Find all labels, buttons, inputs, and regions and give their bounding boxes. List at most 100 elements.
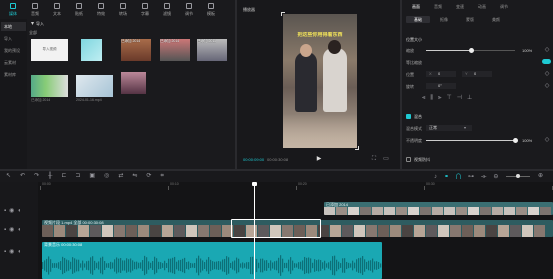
select-icon[interactable]: ↖ [6, 173, 11, 180]
sidebar-item[interactable]: 云素材 [1, 58, 26, 67]
undo-icon[interactable]: ↶ [20, 173, 25, 180]
import-button[interactable]: ▾ 导入 [31, 20, 71, 27]
align-right-icon[interactable]: ⫸ [438, 95, 441, 101]
tab-2[interactable]: 变速 [456, 4, 464, 9]
toolbar-template[interactable]: 模板 [201, 2, 221, 18]
audio-clip[interactable]: 背景音乐 00:00:30:08 [42, 242, 382, 279]
scale-value[interactable]: 100% [522, 48, 532, 53]
selected-clip-outline[interactable] [231, 219, 321, 238]
toolbar-audio[interactable]: 音频 [25, 2, 45, 18]
toolbar-transition[interactable]: 转场 [113, 2, 133, 18]
y-input[interactable]: Y 0 [462, 71, 492, 77]
video-preview[interactable]: 把这些你用得着东西 [283, 14, 357, 148]
media-thumb[interactable]: 导入视频 [31, 39, 68, 61]
split-left-icon[interactable]: ⊏ [61, 173, 66, 180]
rotate-icon[interactable]: ⟳ [146, 173, 151, 180]
scale-slider[interactable] [426, 48, 515, 53]
uniform-toggle[interactable] [542, 59, 551, 64]
blend-checkbox[interactable] [406, 114, 411, 119]
mirror-icon[interactable]: ⇋ [132, 173, 137, 180]
clip-frame [474, 225, 485, 237]
tab-3[interactable]: 动画 [478, 4, 486, 9]
wave-bar [144, 255, 146, 276]
subtab-3[interactable]: 美颜 [484, 16, 508, 23]
align-top-icon[interactable]: ⊤ [447, 95, 452, 101]
volume-icon[interactable]: ◖ [17, 249, 21, 255]
zoom-knob[interactable] [516, 174, 520, 178]
tab-0[interactable]: 画面 [412, 4, 420, 9]
align-bottom-icon[interactable]: ⊥ [467, 95, 472, 101]
lock-icon[interactable]: ▪ [4, 227, 6, 233]
opacity-value[interactable]: 100% [522, 138, 532, 143]
zoom-out-icon[interactable]: ⊖ [493, 174, 498, 180]
mic-icon[interactable]: ♪ [434, 174, 437, 180]
crop-handle[interactable] [355, 146, 359, 150]
split-icon[interactable]: ╫ [48, 173, 52, 180]
media-thumb[interactable] [121, 72, 146, 94]
reverse-icon[interactable]: ⇄ [118, 173, 123, 180]
scale-knob[interactable] [468, 48, 474, 53]
volume-icon[interactable]: ◖ [17, 227, 21, 233]
opacity-knob[interactable] [513, 138, 518, 143]
toolbar-subtitle[interactable]: 字幕 [135, 2, 155, 18]
sidebar-item[interactable]: 导入 [1, 34, 26, 43]
crop-handle[interactable] [281, 12, 285, 16]
x-input[interactable]: X 0 [426, 71, 456, 77]
tab-1[interactable]: 音频 [434, 4, 442, 9]
keyframe-icon[interactable]: ◇ [544, 47, 550, 53]
fullscreen-icon[interactable]: ⛶ [371, 156, 377, 162]
subtab-0[interactable]: 基础 [406, 16, 430, 23]
align-middle-icon[interactable]: ⊣ [457, 95, 462, 101]
preview-axis-icon[interactable]: ⟛ [481, 174, 486, 180]
eye-icon[interactable]: ◉ [9, 208, 14, 214]
crop-icon[interactable]: ⌗ [160, 173, 163, 180]
play-icon[interactable]: ▶ [316, 156, 322, 162]
toolbar-effects[interactable]: 特效 [91, 2, 111, 18]
wave-bar [148, 261, 150, 270]
split-right-icon[interactable]: ⊐ [75, 173, 80, 180]
keyframe-icon[interactable]: ◇ [544, 71, 550, 77]
volume-icon[interactable]: ◖ [17, 208, 21, 214]
magnet-icon[interactable]: ⋂ [456, 174, 461, 180]
align-left-icon[interactable]: ⫷ [422, 95, 425, 101]
media-thumb[interactable] [81, 39, 102, 61]
opacity-slider[interactable] [426, 138, 518, 143]
wave-bar [74, 258, 76, 273]
delete-icon[interactable]: ▣ [89, 173, 95, 180]
wave-bar [160, 262, 162, 269]
blend-mode-select[interactable]: 正常 ▾ [426, 125, 472, 131]
lock-icon[interactable]: ▪ [4, 249, 6, 255]
overlay-clip[interactable]: 已添加 2014 [324, 202, 553, 215]
toolbar-media[interactable]: 媒体 [3, 2, 23, 18]
stabilize-checkbox[interactable] [406, 157, 411, 162]
toolbar-text[interactable]: 文本 [47, 2, 67, 18]
sidebar-item[interactable]: 本地 [1, 22, 26, 31]
ratio-icon[interactable]: ▭ [383, 156, 389, 162]
wave-bar [180, 259, 182, 272]
rotate-input[interactable]: 0° [426, 83, 456, 89]
redo-icon[interactable]: ↷ [34, 173, 39, 180]
tab-4[interactable]: 调节 [500, 4, 508, 9]
subtab-2[interactable]: 蒙版 [458, 16, 482, 23]
playhead-handle[interactable] [252, 182, 258, 186]
sidebar-item[interactable]: 我的预设 [1, 46, 26, 55]
toolbar-adjust[interactable]: 调节 [179, 2, 199, 18]
sidebar-item[interactable]: 素材库 [1, 70, 26, 79]
toolbar-sticker[interactable]: 贴纸 [69, 2, 89, 18]
keyframe-icon[interactable]: ◇ [544, 83, 550, 89]
eye-icon[interactable]: ◉ [9, 249, 14, 255]
zoom-in-icon[interactable]: ⊕ [538, 173, 543, 179]
align-center-icon[interactable]: ⫼ [430, 95, 433, 101]
freeze-icon[interactable]: ◎ [104, 173, 109, 180]
lock-icon[interactable]: ▪ [4, 208, 6, 214]
snap-icon[interactable]: ⊶ [468, 174, 474, 180]
subtab-1[interactable]: 抠像 [432, 16, 456, 23]
keyframe-icon[interactable]: ◇ [544, 137, 550, 143]
eye-icon[interactable]: ◉ [9, 227, 14, 233]
toolbar-filter[interactable]: 滤镜 [157, 2, 177, 18]
media-thumb[interactable] [76, 75, 113, 97]
time-ruler[interactable]: 00:0000:1000:2000:3000:40 [40, 182, 553, 190]
playhead[interactable] [252, 182, 258, 279]
link-icon[interactable]: ⚭ [444, 174, 449, 180]
media-thumb[interactable] [31, 75, 68, 97]
